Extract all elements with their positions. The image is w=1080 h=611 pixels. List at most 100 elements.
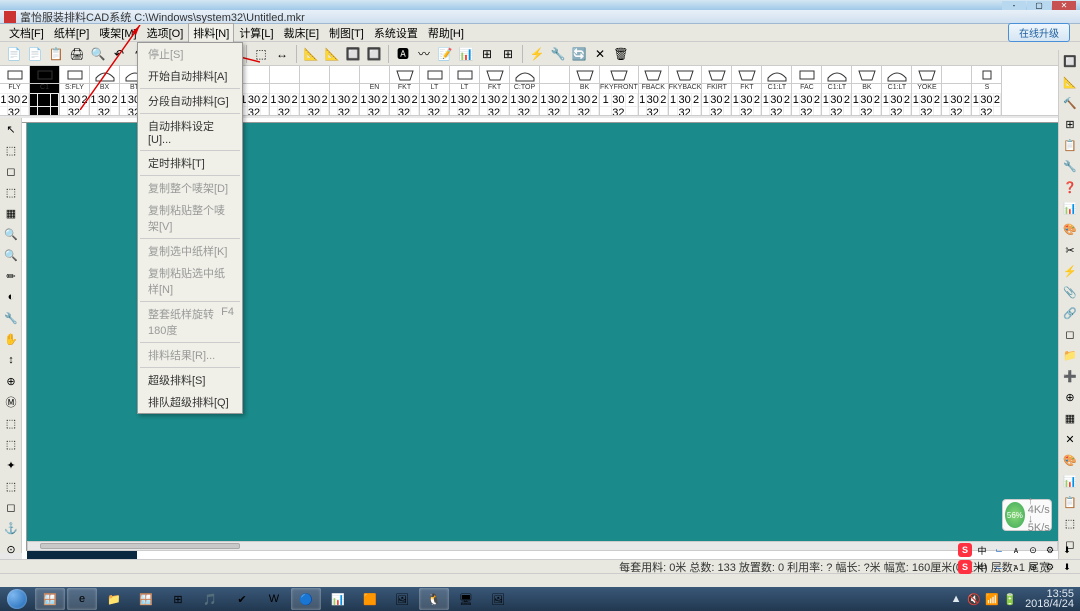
- toolbar-button-icon[interactable]: 🅰: [393, 44, 413, 64]
- left-tool-icon[interactable]: ▦: [1, 203, 21, 223]
- taskbar-app-icon[interactable]: 🐧: [419, 588, 449, 610]
- left-tool-icon[interactable]: ⬚: [1, 140, 21, 160]
- menu-计算[interactable]: 计算[L]: [234, 23, 278, 43]
- right-tool-icon[interactable]: 🎨: [1060, 450, 1080, 470]
- pattern-cell[interactable]: C1:LT1302321362: [822, 66, 852, 115]
- ime-icon[interactable]: ⌙: [992, 560, 1006, 574]
- right-tool-icon[interactable]: 📁: [1060, 345, 1080, 365]
- pattern-cell[interactable]: FBACK1302321362: [639, 66, 669, 115]
- menu-帮助[interactable]: 帮助[H]: [423, 23, 469, 43]
- toolbar-button-icon[interactable]: 🖨: [67, 44, 87, 64]
- pattern-cell[interactable]: FKT1302321362: [732, 66, 762, 115]
- toolbar-button-icon[interactable]: ⊞: [498, 44, 518, 64]
- menuitem[interactable]: 开始自动排料[A]: [138, 65, 242, 87]
- pattern-cell[interactable]: 1302321362: [240, 66, 270, 115]
- right-tool-icon[interactable]: 📋: [1060, 492, 1080, 512]
- right-tool-icon[interactable]: 📎: [1060, 282, 1080, 302]
- pattern-cell[interactable]: FKYBACK1302321362: [669, 66, 703, 115]
- toolbar-button-icon[interactable]: 📋: [46, 44, 66, 64]
- right-tool-icon[interactable]: ✂: [1060, 240, 1080, 260]
- pattern-cell[interactable]: LT1302321362: [420, 66, 450, 115]
- pattern-cell[interactable]: FKIRT1302321362: [702, 66, 732, 115]
- left-tool-icon[interactable]: ↖: [1, 119, 21, 139]
- pattern-cell[interactable]: C1:LT1302321362: [762, 66, 792, 115]
- left-tool-icon[interactable]: ⬚: [1, 413, 21, 433]
- toolbar-button-icon[interactable]: 📐: [301, 44, 321, 64]
- right-tool-icon[interactable]: 🎨: [1060, 219, 1080, 239]
- toolbar-button-icon[interactable]: 🗑: [611, 44, 631, 64]
- ime-icon[interactable]: ⌙: [992, 543, 1006, 557]
- clock[interactable]: 13:552018/4/24: [1025, 589, 1074, 609]
- toolbar-button-icon[interactable]: 📝: [435, 44, 455, 64]
- left-tool-icon[interactable]: 🔍: [1, 224, 21, 244]
- ime-icon[interactable]: ⊙: [1026, 543, 1040, 557]
- toolbar-button-icon[interactable]: ✕: [590, 44, 610, 64]
- pattern-cell[interactable]: FAC1302321362: [792, 66, 822, 115]
- right-tool-icon[interactable]: 📊: [1060, 471, 1080, 491]
- right-tool-icon[interactable]: 🔧: [1060, 156, 1080, 176]
- taskbar-app-icon[interactable]: e: [67, 588, 97, 610]
- close-button[interactable]: ✕: [1052, 1, 1076, 10]
- left-tool-icon[interactable]: ✏: [1, 266, 21, 286]
- ime-icon[interactable]: ᴀ: [1009, 543, 1023, 557]
- right-tool-icon[interactable]: 🔨: [1060, 93, 1080, 113]
- toolbar-button-icon[interactable]: 📄: [4, 44, 24, 64]
- menuitem[interactable]: 分段自动排料[G]: [138, 90, 242, 112]
- taskbar-app-icon[interactable]: 🖼: [483, 588, 513, 610]
- left-tool-icon[interactable]: ◻: [1, 497, 21, 517]
- right-tool-icon[interactable]: ⊞: [1060, 114, 1080, 134]
- taskbar-app-icon[interactable]: 🎵: [195, 588, 225, 610]
- left-tool-icon[interactable]: 🔍: [1, 245, 21, 265]
- left-tool-icon[interactable]: 🔧: [1, 308, 21, 328]
- menu-排料[interactable]: 排料[N]: [188, 23, 234, 42]
- pattern-cell[interactable]: BK1302321362: [570, 66, 600, 115]
- toolbar-button-icon[interactable]: 🔲: [364, 44, 384, 64]
- taskbar-app-icon[interactable]: ⊞: [163, 588, 193, 610]
- pattern-cell[interactable]: C:TOP1302321362: [510, 66, 540, 115]
- toolbar-button-icon[interactable]: 📐: [322, 44, 342, 64]
- menu-裁床[interactable]: 裁床[E]: [279, 23, 324, 43]
- ime-icon[interactable]: ᴀ: [1009, 560, 1023, 574]
- left-tool-icon[interactable]: ⊕: [1, 371, 21, 391]
- ime-icon[interactable]: ⬇: [1060, 543, 1074, 557]
- menu-选项[interactable]: 选项[O]: [142, 23, 189, 43]
- right-tool-icon[interactable]: ➕: [1060, 366, 1080, 386]
- pattern-cell[interactable]: YOKE1302321362: [912, 66, 942, 115]
- taskbar-app-icon[interactable]: 🪟: [131, 588, 161, 610]
- toolbar-button-icon[interactable]: ⚡: [527, 44, 547, 64]
- toolbar-button-icon[interactable]: 🔧: [548, 44, 568, 64]
- left-tool-icon[interactable]: ⬚: [1, 434, 21, 454]
- right-tool-icon[interactable]: ⚡: [1060, 261, 1080, 281]
- left-tool-icon[interactable]: ⬚: [1, 182, 21, 202]
- taskbar-app-icon[interactable]: 📊: [323, 588, 353, 610]
- left-tool-icon[interactable]: ↕: [1, 350, 21, 370]
- tray-icon[interactable]: 📶: [985, 593, 999, 606]
- pattern-cell[interactable]: 1302321362: [300, 66, 330, 115]
- taskbar-app-icon[interactable]: W: [259, 588, 289, 610]
- taskbar-app-icon[interactable]: 🖼: [387, 588, 417, 610]
- right-tool-icon[interactable]: ⬚: [1060, 513, 1080, 533]
- taskbar-app-icon[interactable]: 🔵: [291, 588, 321, 610]
- ime-icon[interactable]: ⬇: [1060, 560, 1074, 574]
- left-tool-icon[interactable]: Ⓜ: [1, 392, 21, 412]
- right-tool-icon[interactable]: 🔲: [1060, 51, 1080, 71]
- menuitem[interactable]: 排队超级排料[Q]: [138, 391, 242, 413]
- pattern-cell[interactable]: BK1302321362: [852, 66, 882, 115]
- pattern-cell[interactable]: FLY1302321362: [0, 66, 30, 115]
- left-tool-icon[interactable]: ⬚: [1, 476, 21, 496]
- right-tool-icon[interactable]: ◻: [1060, 324, 1080, 344]
- toolbar-button-icon[interactable]: ↶: [109, 44, 129, 64]
- pattern-cell[interactable]: BX1302321362: [90, 66, 120, 115]
- toolbar-button-icon[interactable]: ↔: [272, 44, 292, 64]
- pattern-cell[interactable]: S1302321362: [972, 66, 1002, 115]
- ime-icon[interactable]: 中: [975, 560, 989, 574]
- pattern-cell[interactable]: 1302321362: [270, 66, 300, 115]
- taskbar-app-icon[interactable]: 🖥: [451, 588, 481, 610]
- speed-badge[interactable]: 56% ↑ 4K/s↓ 5K/s: [1002, 499, 1052, 531]
- toolbar-button-icon[interactable]: ⬚: [251, 44, 271, 64]
- menu-纸样[interactable]: 纸样[P]: [49, 23, 94, 43]
- left-tool-icon[interactable]: ✋: [1, 329, 21, 349]
- pattern-cell[interactable]: FKT1302321362: [480, 66, 510, 115]
- toolbar-button-icon[interactable]: 🔲: [343, 44, 363, 64]
- pattern-cell[interactable]: 1302321362: [330, 66, 360, 115]
